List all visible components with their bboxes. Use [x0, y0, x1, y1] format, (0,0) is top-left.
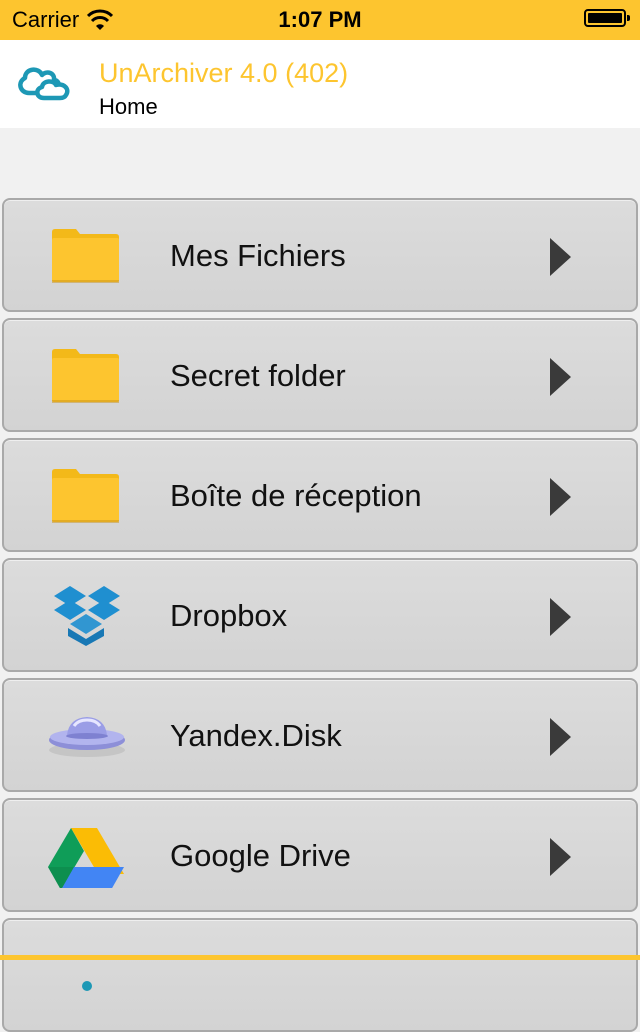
chevron-right-icon — [550, 238, 571, 276]
cloud-icon — [18, 67, 70, 101]
yandex-disk-icon — [49, 717, 125, 757]
partial-icon — [82, 981, 92, 991]
folder-icon — [52, 229, 119, 283]
folder-icon — [52, 349, 119, 403]
list-item-google-drive[interactable]: Google Drive — [2, 798, 638, 912]
item-label: Boîte de réception — [170, 478, 422, 513]
item-label: Secret folder — [170, 358, 346, 393]
list-item-partial[interactable] — [2, 918, 638, 1032]
app-header: UnArchiver 4.0 (402) Home — [0, 40, 640, 128]
chevron-right-icon — [550, 838, 571, 876]
list-item-dropbox[interactable]: Dropbox — [2, 558, 638, 672]
item-label: Google Drive — [170, 838, 351, 873]
chevron-right-icon — [550, 478, 571, 516]
dropbox-icon — [54, 586, 120, 646]
chevron-right-icon — [550, 598, 571, 636]
folder-icon — [52, 469, 119, 523]
battery-icon — [584, 9, 630, 27]
google-drive-icon — [48, 828, 124, 888]
spacer — [0, 128, 640, 198]
list-item-yandex-disk[interactable]: Yandex.Disk — [2, 678, 638, 792]
list-item-mes-fichiers[interactable]: Mes Fichiers — [2, 198, 638, 312]
item-label: Yandex.Disk — [170, 718, 342, 753]
item-label: Mes Fichiers — [170, 238, 346, 273]
bottom-bar-edge — [0, 955, 640, 960]
chevron-right-icon — [550, 358, 571, 396]
status-time: 1:07 PM — [278, 7, 362, 32]
breadcrumb: Home — [99, 94, 158, 119]
list-item-secret-folder[interactable]: Secret folder — [2, 318, 638, 432]
chevron-right-icon — [550, 718, 571, 756]
item-label: Dropbox — [170, 598, 288, 633]
app-title: UnArchiver 4.0 (402) — [99, 58, 349, 88]
status-bar: Carrier 1:07 PM — [0, 0, 640, 40]
list-item-boite-de-reception[interactable]: Boîte de réception — [2, 438, 638, 552]
